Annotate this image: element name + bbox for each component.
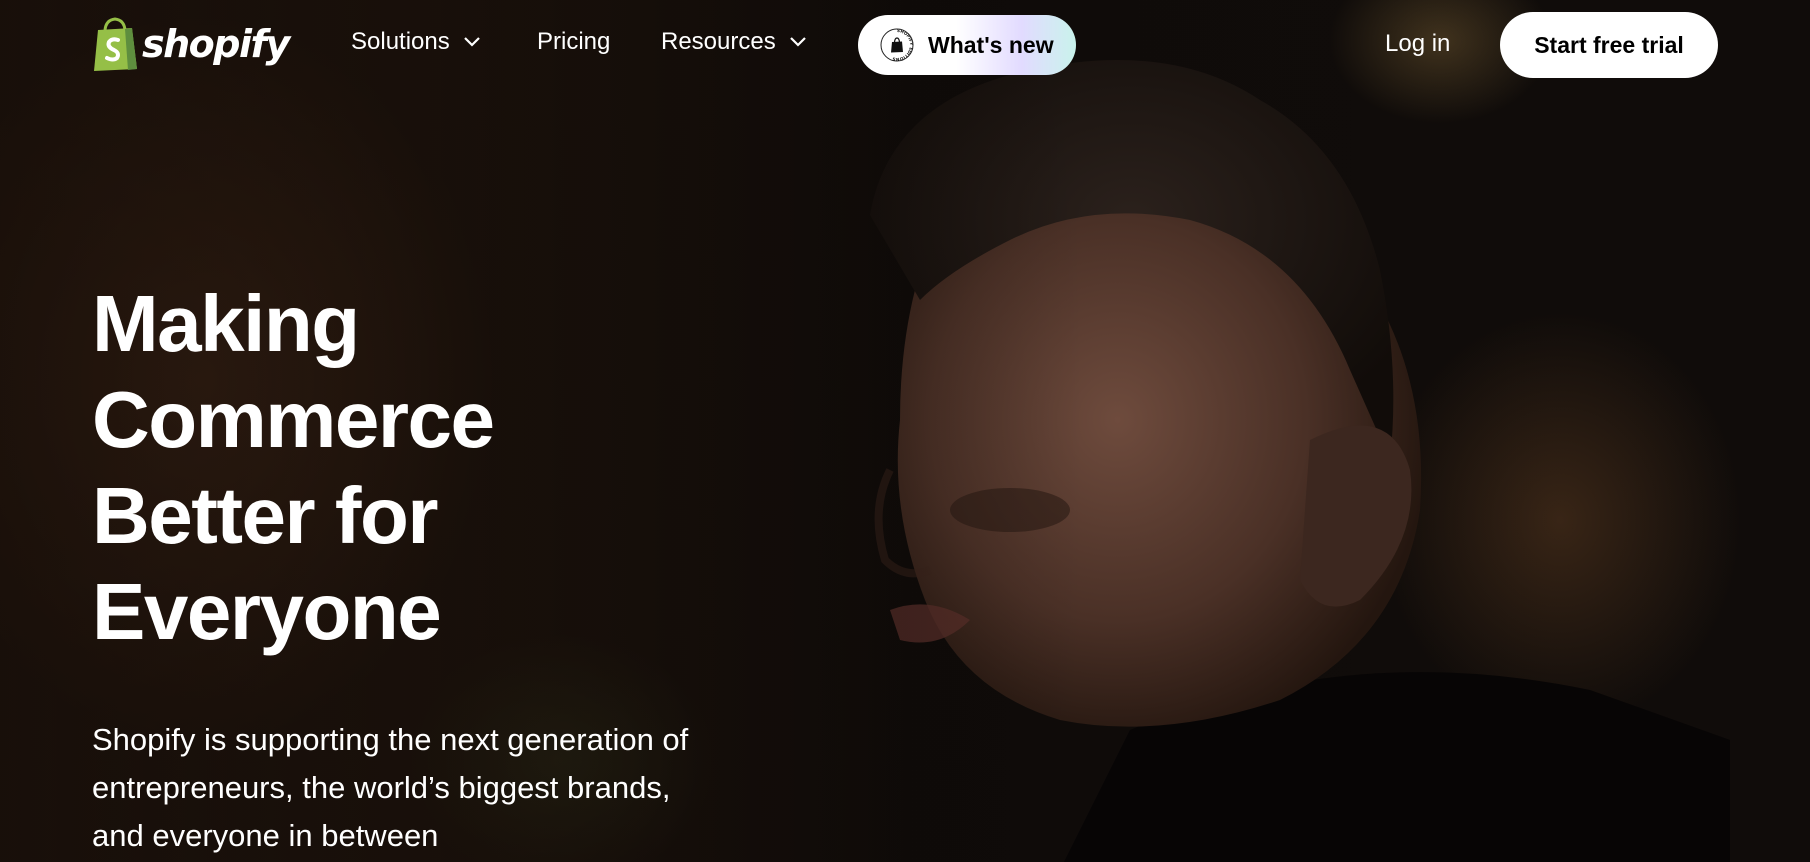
chevron-down-icon [789, 37, 806, 47]
nav-resources[interactable]: Resources [661, 28, 806, 56]
top-navigation: shopify Solutions Pricing Resources SHOP… [0, 0, 1810, 92]
login-link[interactable]: Log in [1385, 30, 1450, 58]
headline-line: Everyone [92, 567, 442, 656]
start-free-trial-button[interactable]: Start free trial [1500, 12, 1718, 78]
nav-pricing[interactable]: Pricing [537, 28, 610, 56]
hero-subtext: Shopify is supporting the next generatio… [92, 716, 792, 860]
hero-headline: Making Commerce Better for Everyone [92, 276, 792, 660]
whats-new-label: What's new [928, 31, 1054, 58]
subtext-line: Shopify is supporting the next generatio… [92, 722, 689, 757]
nav-resources-label: Resources [661, 28, 776, 55]
logo-wordmark: shopify [142, 22, 290, 66]
subtext-line: and everyone in between [92, 818, 439, 853]
shopping-bag-icon [94, 17, 137, 71]
headline-line: Better for [92, 471, 439, 560]
nav-solutions-label: Solutions [351, 28, 450, 55]
headline-line: Commerce [92, 375, 495, 464]
whats-new-button[interactable]: SHOPIFY EDITIONS What's new [858, 15, 1076, 75]
subtext-line: entrepreneurs, the world’s biggest brand… [92, 770, 671, 805]
chevron-down-icon [463, 37, 480, 47]
headline-line: Making [92, 279, 360, 368]
nav-pricing-label: Pricing [537, 28, 611, 55]
nav-solutions[interactable]: Solutions [351, 28, 480, 56]
editions-badge-icon: SHOPIFY EDITIONS [880, 28, 914, 62]
shopify-logo[interactable]: shopify [92, 16, 290, 72]
